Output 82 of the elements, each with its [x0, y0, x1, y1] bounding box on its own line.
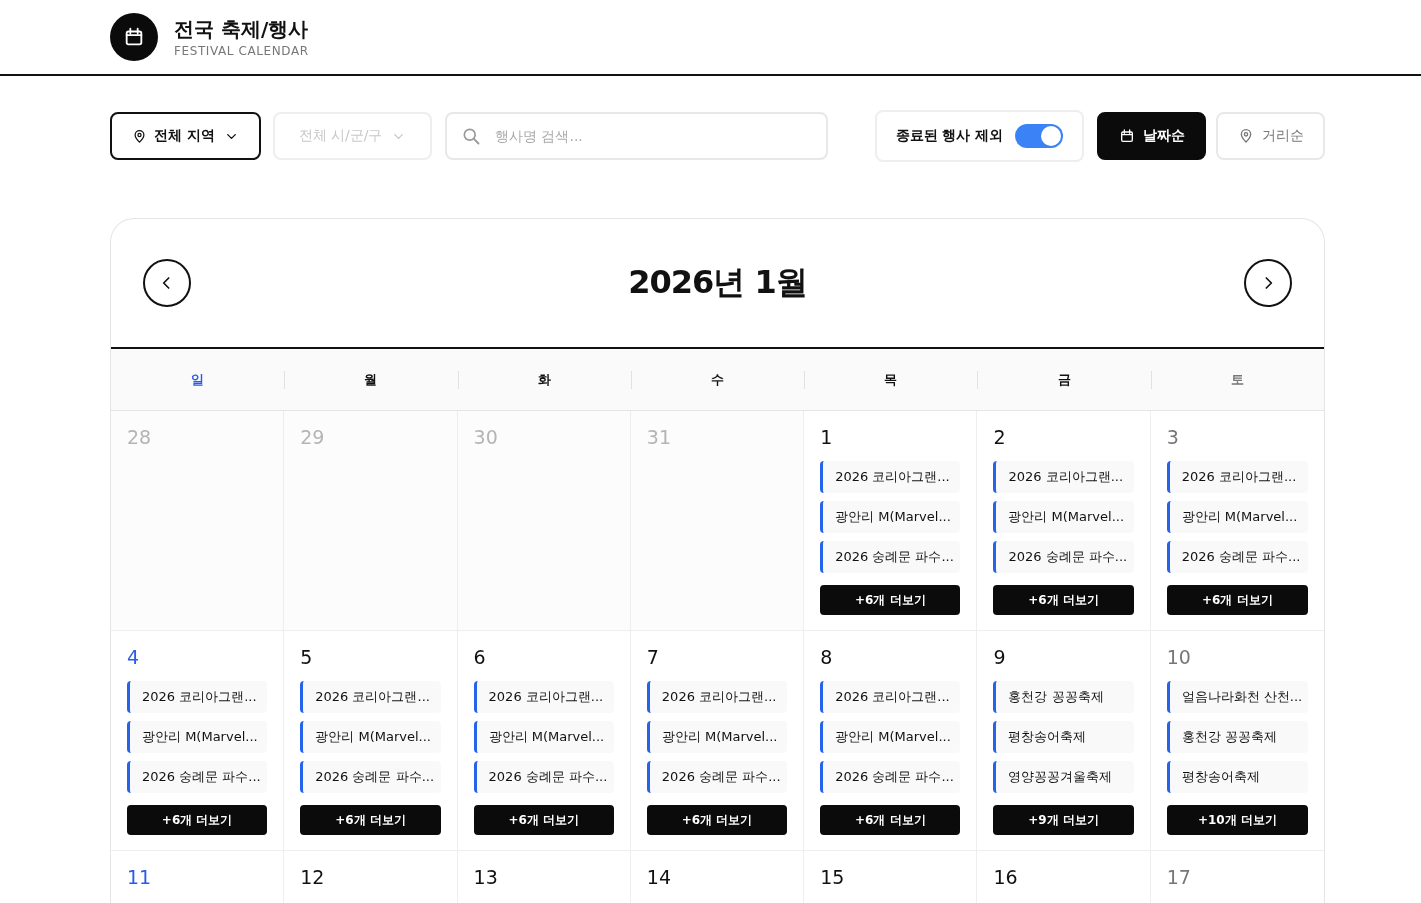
region-dropdown[interactable]: 전체 지역	[110, 112, 261, 160]
day-number: 17	[1166, 865, 1192, 889]
sort-button[interactable]: 거리순	[1216, 112, 1325, 160]
day-number: 6	[473, 645, 487, 669]
event-chip[interactable]: 2026 숭례문 파수...	[300, 761, 441, 793]
event-chip[interactable]: 2026 코리아그랜...	[820, 681, 961, 713]
event-chip[interactable]: 홍천강 꽁꽁축제	[1166, 721, 1308, 753]
event-chip[interactable]: 2026 코리아그랜...	[646, 681, 788, 713]
event-chip[interactable]: 광안리 M(Marvel...	[127, 721, 268, 753]
weekday-label: 월	[364, 370, 378, 389]
event-chip[interactable]: 2026 코리아그랜...	[820, 461, 961, 493]
logo-icon	[110, 13, 158, 61]
event-chip[interactable]: 2026 숭례문 파수...	[820, 761, 961, 793]
weekday-label: 일	[191, 370, 205, 389]
day-number: 8	[820, 645, 834, 669]
day-number: 13	[473, 865, 499, 889]
more-events-button[interactable]: +6개 더보기	[993, 585, 1134, 615]
more-events-button[interactable]: +6개 더보기	[1166, 585, 1308, 615]
more-events-button[interactable]: +6개 더보기	[127, 805, 268, 835]
day-number: 5	[300, 645, 314, 669]
month-title: 2026년 1월	[628, 262, 807, 303]
day-number: 15	[820, 865, 846, 889]
search-field[interactable]: 행사명 검색...	[445, 112, 828, 160]
event-chip[interactable]: 광안리 M(Marvel...	[646, 721, 788, 753]
calendar-icon	[1118, 128, 1135, 144]
event-chip[interactable]: 광안리 M(Marvel...	[473, 721, 614, 753]
day-number: 14	[646, 865, 673, 889]
event-chip[interactable]: 2026 숭례문 파수...	[820, 541, 961, 573]
more-events-button[interactable]: +6개 더보기	[646, 805, 788, 835]
day-number: 31	[646, 425, 673, 449]
weekday-label: 화	[537, 370, 551, 389]
more-events-button[interactable]: +6개 더보기	[300, 805, 441, 835]
day-number: 11	[127, 865, 153, 889]
event-chip[interactable]: 얼음나라화천 산천...	[1166, 681, 1308, 713]
event-chip[interactable]: 영양꽁꽁겨울축제	[993, 761, 1134, 793]
day-number: 16	[993, 865, 1019, 889]
next-month-button[interactable]	[1244, 259, 1292, 307]
weekday-label: 금	[1057, 370, 1071, 389]
toggle-switch[interactable]	[1015, 124, 1064, 148]
weekday-label: 토	[1230, 370, 1244, 389]
event-chip[interactable]: 2026 코리아그랜...	[473, 681, 614, 713]
app-subtitle: FESTIVAL CALENDAR	[174, 44, 309, 58]
day-number: 7	[646, 645, 660, 669]
event-chip[interactable]: 광안리 M(Marvel...	[300, 721, 441, 753]
day-number: 29	[300, 425, 326, 449]
day-number: 10	[1166, 645, 1192, 669]
event-chip[interactable]: 2026 코리아그랜...	[300, 681, 441, 713]
search-icon	[461, 126, 481, 146]
event-chip[interactable]: 광안리 M(Marvel...	[993, 501, 1134, 533]
event-chip[interactable]: 홍천강 꽁꽁축제	[993, 681, 1134, 713]
event-chip[interactable]: 2026 숭례문 파수...	[127, 761, 268, 793]
event-chip[interactable]: 2026 숭례문 파수...	[1166, 541, 1308, 573]
event-chip[interactable]: 광안리 M(Marvel...	[1166, 501, 1308, 533]
day-number: 9	[993, 645, 1007, 669]
more-events-button[interactable]: +9개 더보기	[993, 805, 1134, 835]
event-chip[interactable]: 2026 코리아그랜...	[1166, 461, 1308, 493]
weekday-label: 목	[884, 370, 898, 389]
toggle-label: 종료된 행사 제외	[895, 127, 1004, 145]
app-title: 전국 축제/행사	[174, 16, 309, 42]
event-chip[interactable]: 2026 코리아그랜...	[127, 681, 268, 713]
more-events-button[interactable]: +6개 더보기	[473, 805, 614, 835]
day-number: 1	[820, 425, 834, 449]
day-number: 12	[300, 865, 326, 889]
more-events-button[interactable]: +6개 더보기	[820, 805, 961, 835]
sort-button[interactable]: 날짜순	[1097, 112, 1206, 160]
more-events-button[interactable]: +10개 더보기	[1166, 805, 1308, 835]
event-chip[interactable]: 2026 숭례문 파수...	[993, 541, 1134, 573]
day-number: 28	[127, 425, 153, 449]
day-number: 2	[993, 425, 1007, 449]
day-number: 30	[473, 425, 499, 449]
event-chip[interactable]: 평창송어축제	[993, 721, 1134, 753]
more-events-button[interactable]: +6개 더보기	[820, 585, 961, 615]
event-chip[interactable]: 2026 숭례문 파수...	[646, 761, 788, 793]
day-number: 3	[1166, 425, 1180, 449]
event-chip[interactable]: 평창송어축제	[1166, 761, 1308, 793]
event-chip[interactable]: 광안리 M(Marvel...	[820, 721, 961, 753]
day-number: 4	[127, 645, 141, 669]
event-chip[interactable]: 광안리 M(Marvel...	[820, 501, 961, 533]
weekday-label: 수	[711, 370, 724, 389]
event-chip[interactable]: 2026 숭례문 파수...	[473, 761, 614, 793]
previous-month-button[interactable]	[143, 259, 191, 307]
event-chip[interactable]: 2026 코리아그랜...	[993, 461, 1134, 493]
